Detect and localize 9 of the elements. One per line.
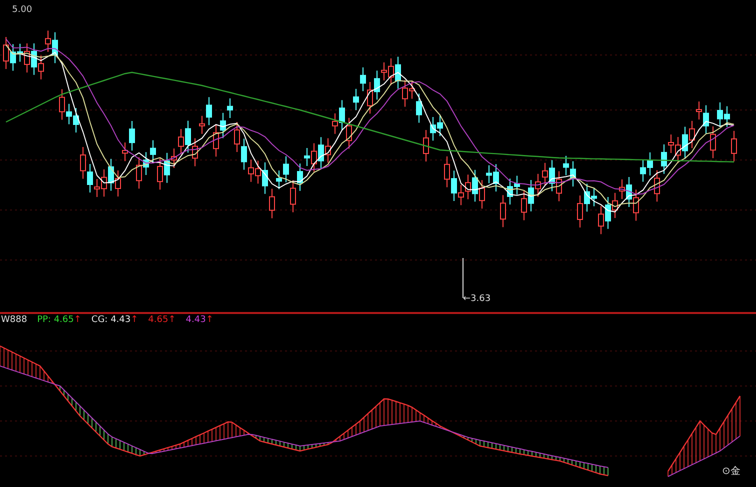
price-label: 5.00 (12, 5, 32, 15)
indicator-name: W888 (1, 314, 28, 326)
indicator-reading: PP: 4.65↑ (37, 314, 82, 326)
indicator-reading: 4.65↑ (148, 314, 176, 326)
low-marker-line (462, 258, 464, 298)
signal-label: ⊙金 (722, 466, 740, 477)
indicator-reading: 4.43↑ (186, 314, 214, 326)
indicator-reading: CG: 4.43↑ (91, 314, 138, 326)
low-price-label: ←3.63 (463, 294, 491, 304)
